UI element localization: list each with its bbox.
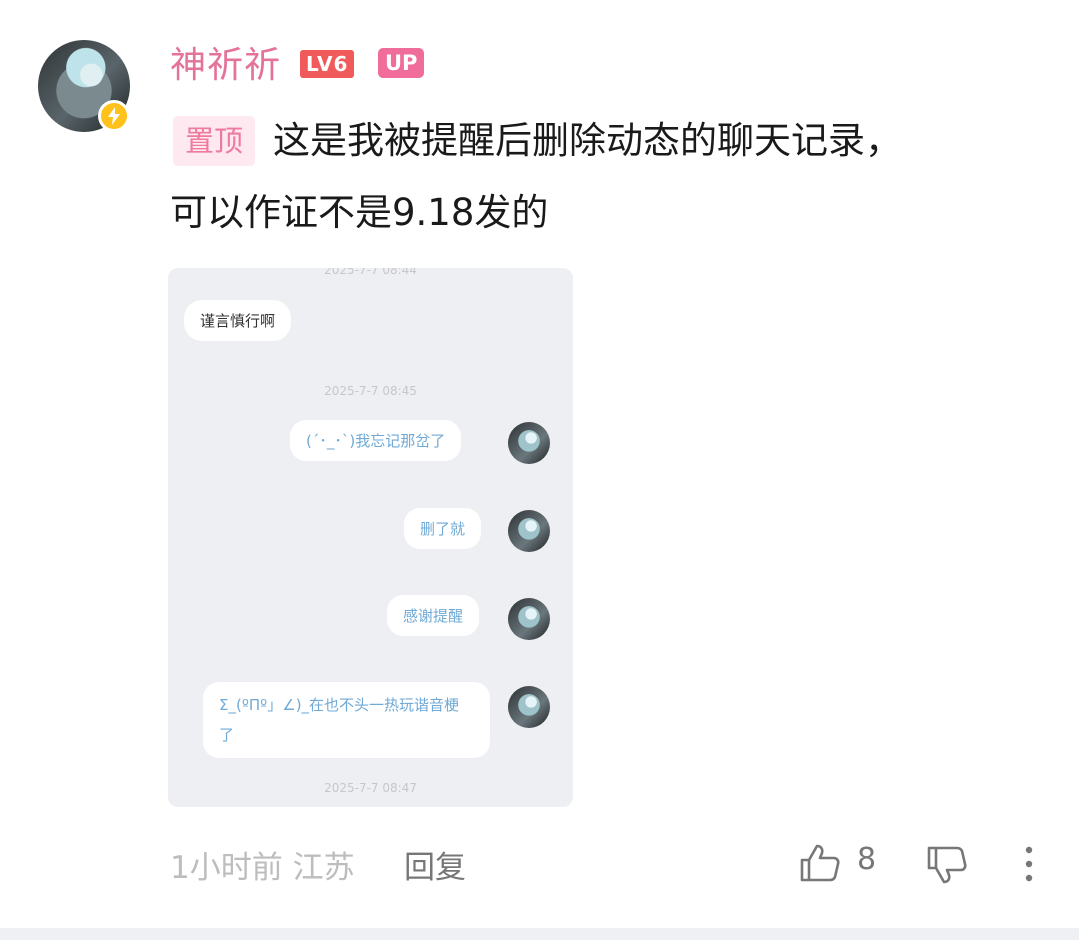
comment-text-line-1: 这是我被提醒后删除动态的聊天记录， xyxy=(273,119,902,162)
chat-avatar xyxy=(508,510,550,552)
chat-timestamp: 2025-7-7 08:44 xyxy=(324,268,417,277)
username[interactable]: 神祈祈 xyxy=(170,36,281,88)
thumbs-up-icon[interactable] xyxy=(799,843,841,883)
chat-avatar xyxy=(508,598,550,640)
chat-avatar xyxy=(508,686,550,728)
more-vertical-icon[interactable] xyxy=(1024,846,1034,882)
chat-avatar xyxy=(508,422,550,464)
thumbs-down-icon[interactable] xyxy=(926,845,968,885)
chat-timestamp: 2025-7-7 08:47 xyxy=(324,781,417,795)
comment-time-location: 1小时前 江苏 xyxy=(170,850,355,886)
chat-bubble-outgoing: (´･_･`)我忘记那岔了 xyxy=(290,420,462,461)
chat-bubble-incoming: 谨言慎行啊 xyxy=(184,300,292,341)
chat-bubble-outgoing: 感谢提醒 xyxy=(387,595,480,636)
lightning-icon xyxy=(98,100,130,132)
up-badge: UP xyxy=(378,48,425,78)
bottom-divider xyxy=(0,928,1079,940)
chat-timestamp: 2025-7-7 08:45 xyxy=(324,384,417,398)
like-count: 8 xyxy=(857,842,877,877)
chat-screenshot-image[interactable]: 2025-7-7 08:44 谨言慎行啊 2025-7-7 08:45 (´･_… xyxy=(168,268,573,807)
level-badge: LV6 xyxy=(300,50,355,78)
pinned-tag: 置顶 xyxy=(173,116,256,166)
chat-bubble-outgoing: 删了就 xyxy=(404,508,482,549)
chat-bubble-outgoing: Σ_(ºΠº」∠)_在也不头一热玩谐音梗了 xyxy=(203,682,490,758)
reply-button[interactable]: 回复 xyxy=(404,842,466,887)
comment-text-line-2: 可以作证不是9.18发的 xyxy=(170,191,549,234)
